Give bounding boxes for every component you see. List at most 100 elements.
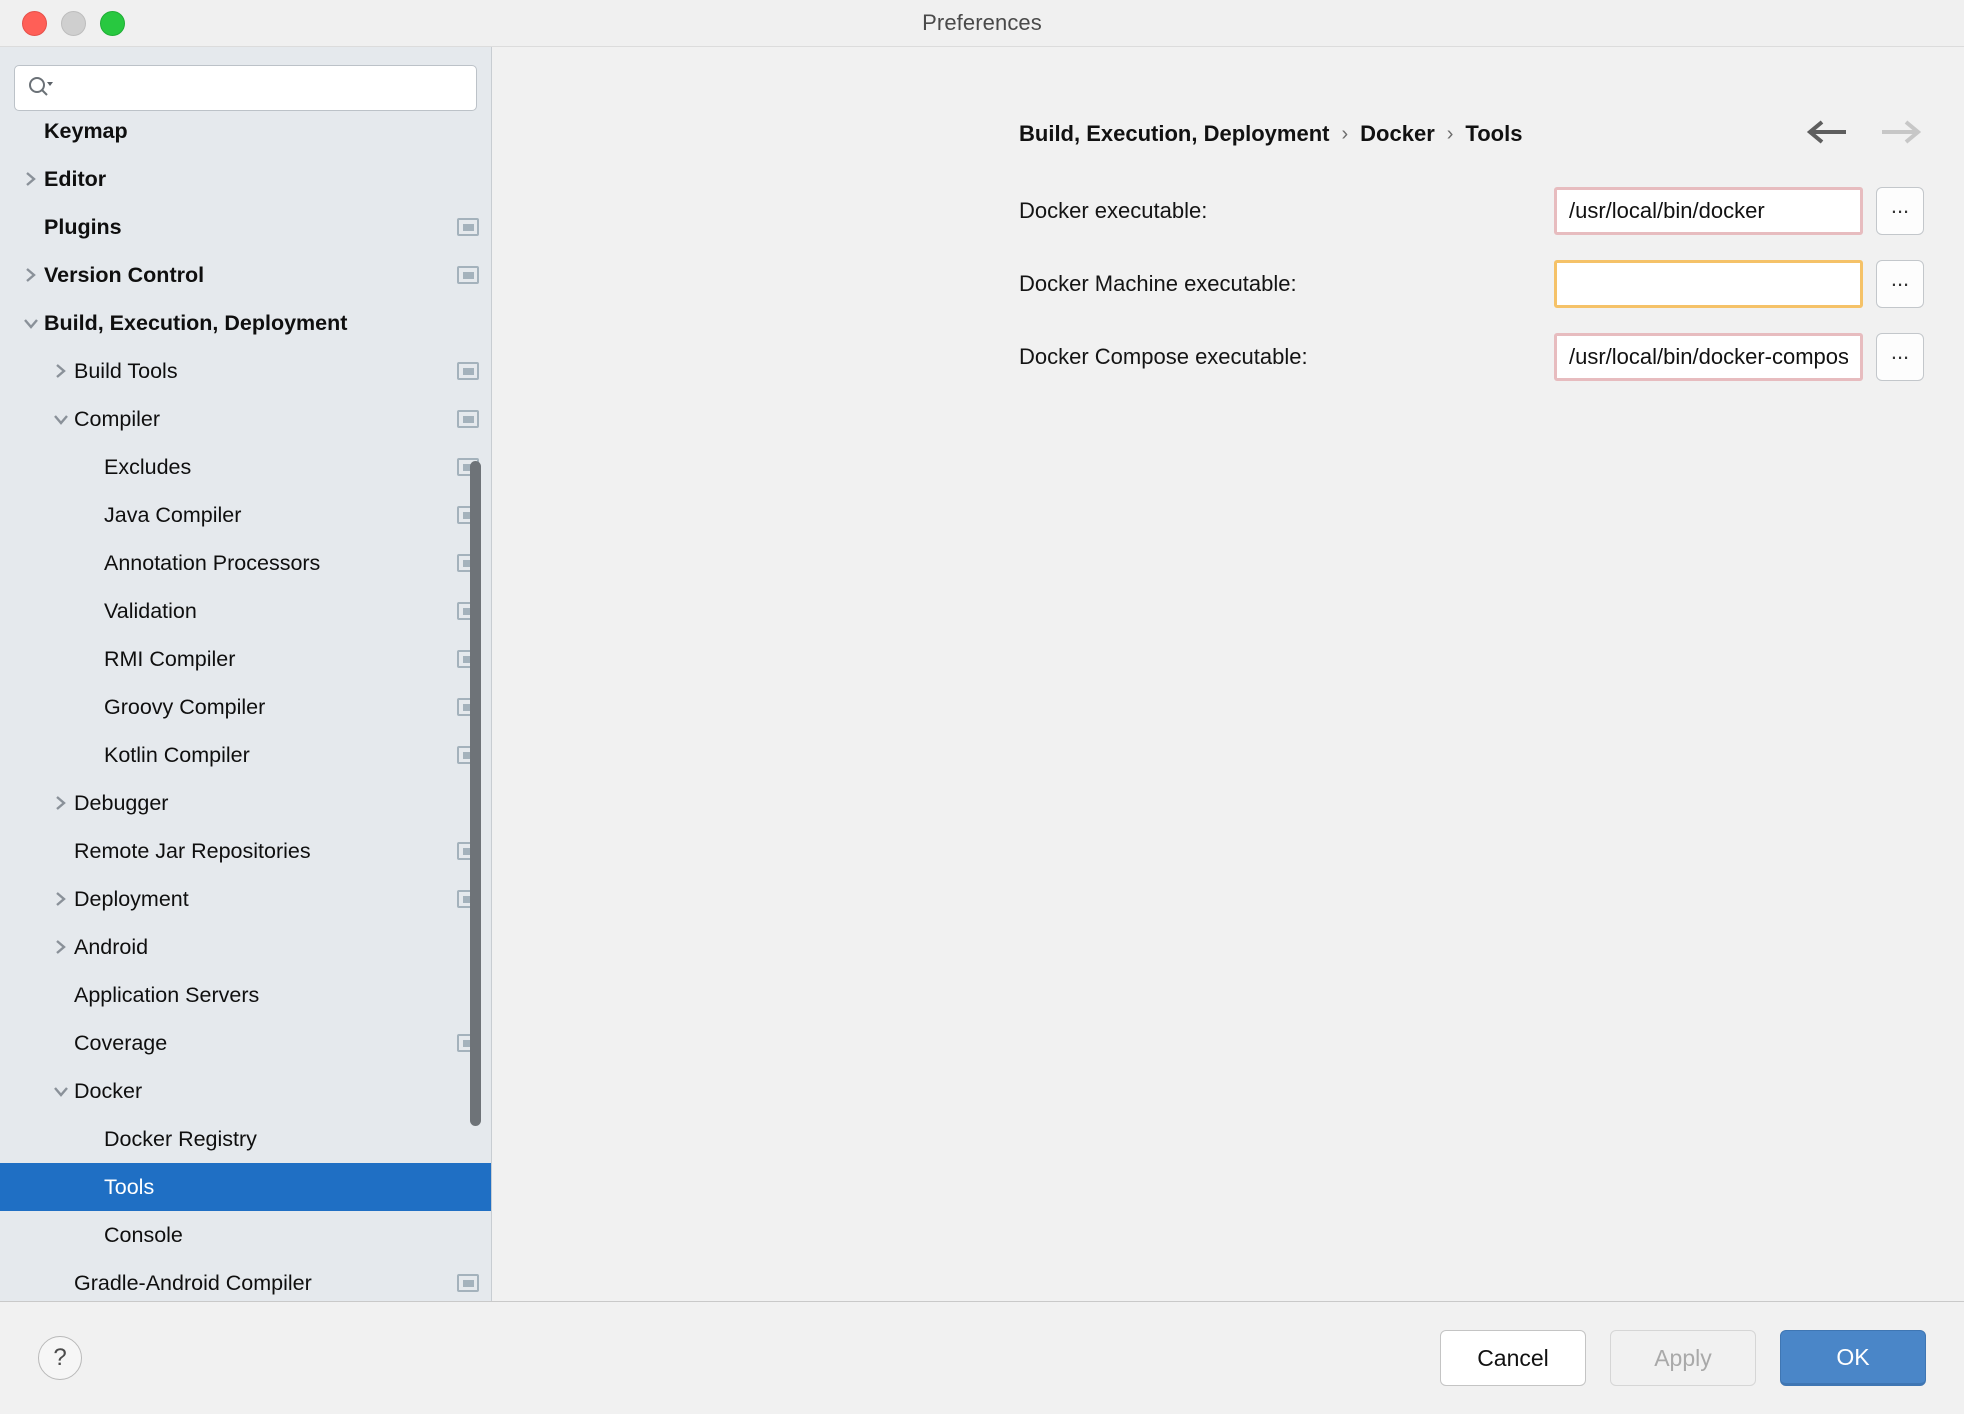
field-label-docker-machine-executable: Docker Machine executable: xyxy=(1019,271,1297,296)
sidebar-item-excludes[interactable]: Excludes xyxy=(0,443,491,491)
sidebar-item-gradle-android-compiler[interactable]: Gradle-Android Compiler xyxy=(0,1259,491,1301)
chevron-right-icon[interactable] xyxy=(18,170,44,188)
sidebar-item-label: Android xyxy=(74,934,149,959)
sidebar-item-label: Groovy Compiler xyxy=(104,694,266,719)
breadcrumb-segment-2[interactable]: Docker xyxy=(1360,121,1435,147)
sidebar-item-label: Deployment xyxy=(74,886,189,911)
field-label-docker-executable: Docker executable: xyxy=(1019,198,1208,223)
sidebar-item-version-control[interactable]: Version Control xyxy=(0,251,491,299)
sidebar-item-label: Java Compiler xyxy=(104,502,242,527)
help-button[interactable]: ? xyxy=(38,1336,82,1380)
sidebar-item-groovy-compiler[interactable]: Groovy Compiler xyxy=(0,683,491,731)
field-wrapper-docker-compose-executable[interactable] xyxy=(1554,333,1863,381)
dialog-body: Keymap Editor Plugins Version Control Build,… xyxy=(0,47,1964,1301)
sidebar-item-label: Debugger xyxy=(74,790,169,815)
sidebar-item-build-tools[interactable]: Build Tools xyxy=(0,347,491,395)
field-wrapper-docker-machine-executable[interactable] xyxy=(1554,260,1863,308)
form-row-docker-machine-executable: Docker Machine executable:... xyxy=(1019,260,1924,308)
close-button[interactable] xyxy=(22,10,47,36)
sidebar-item-label: Plugins xyxy=(44,214,122,239)
sidebar-item-rmi-compiler[interactable]: RMI Compiler xyxy=(0,635,491,683)
settings-sync-badge-icon xyxy=(457,410,479,428)
browse-button-docker-compose-executable[interactable]: ... xyxy=(1876,333,1924,381)
chevron-right-icon[interactable] xyxy=(48,794,74,812)
settings-main-panel: Build, Execution, Deployment › Docker › Tool… xyxy=(492,47,1964,1301)
sidebar-item-application-servers[interactable]: Application Servers xyxy=(0,971,491,1019)
sidebar-item-label: Remote Jar Repositories xyxy=(74,838,311,863)
browse-button-docker-machine-executable[interactable]: ... xyxy=(1876,260,1924,308)
settings-sync-badge-icon xyxy=(457,362,479,380)
search-input[interactable] xyxy=(53,77,476,99)
chevron-right-icon[interactable] xyxy=(18,266,44,284)
chevron-right-icon[interactable] xyxy=(48,362,74,380)
breadcrumb-segment-1[interactable]: Build, Execution, Deployment xyxy=(1019,121,1329,147)
sidebar-item-kotlin-compiler[interactable]: Kotlin Compiler xyxy=(0,731,491,779)
sidebar-item-editor[interactable]: Editor xyxy=(0,155,491,203)
forward-arrow-icon xyxy=(1878,119,1922,150)
sidebar-item-label: Kotlin Compiler xyxy=(104,742,250,767)
sidebar-item-validation[interactable]: Validation xyxy=(0,587,491,635)
sidebar-scrollbar-thumb[interactable] xyxy=(470,461,481,1126)
sidebar-item-label: Gradle-Android Compiler xyxy=(74,1270,312,1295)
preferences-window: Preferences Keymap Editor Plugins Versio… xyxy=(0,0,1964,1414)
chevron-down-icon[interactable] xyxy=(48,1083,74,1099)
sidebar-item-label: Validation xyxy=(104,598,197,623)
settings-sync-badge-icon xyxy=(457,1274,479,1292)
docker-tools-form: Docker executable:...Docker Machine exec… xyxy=(1019,187,1924,406)
breadcrumb-separator: › xyxy=(1446,122,1454,145)
chevron-right-icon[interactable] xyxy=(48,938,74,956)
sidebar-item-docker-registry[interactable]: Docker Registry xyxy=(0,1115,491,1163)
chevron-down-icon[interactable] xyxy=(18,315,44,331)
sidebar-item-deployment[interactable]: Deployment xyxy=(0,875,491,923)
navigation-arrows xyxy=(1806,119,1922,150)
sidebar-item-compiler[interactable]: Compiler xyxy=(0,395,491,443)
sidebar-item-label: RMI Compiler xyxy=(104,646,236,671)
sidebar-item-label: Compiler xyxy=(74,406,161,431)
sidebar-item-tools[interactable]: Tools xyxy=(0,1163,491,1211)
browse-button-docker-executable[interactable]: ... xyxy=(1876,187,1924,235)
input-docker-compose-executable[interactable] xyxy=(1557,344,1860,370)
sidebar-item-build-execution-deployment[interactable]: Build, Execution, Deployment xyxy=(0,299,491,347)
settings-tree: Keymap Editor Plugins Version Control Build,… xyxy=(0,121,491,1301)
field-wrapper-docker-executable[interactable] xyxy=(1554,187,1863,235)
search-area xyxy=(0,47,491,121)
settings-sidebar: Keymap Editor Plugins Version Control Build,… xyxy=(0,47,492,1301)
sidebar-item-debugger[interactable]: Debugger xyxy=(0,779,491,827)
sidebar-item-label: Docker xyxy=(74,1078,143,1103)
breadcrumb-separator: › xyxy=(1341,122,1349,145)
sidebar-item-docker[interactable]: Docker xyxy=(0,1067,491,1115)
sidebar-item-label: Editor xyxy=(44,166,107,191)
chevron-right-icon[interactable] xyxy=(48,890,74,908)
settings-sync-badge-icon xyxy=(457,266,479,284)
sidebar-item-annotation-processors[interactable]: Annotation Processors xyxy=(0,539,491,587)
sidebar-item-console[interactable]: Console xyxy=(0,1211,491,1259)
window-controls xyxy=(0,10,125,36)
settings-tree-rows: Keymap Editor Plugins Version Control Build,… xyxy=(0,121,491,1301)
sidebar-item-keymap[interactable]: Keymap xyxy=(0,121,491,155)
input-docker-machine-executable[interactable] xyxy=(1557,271,1860,297)
sidebar-item-plugins[interactable]: Plugins xyxy=(0,203,491,251)
sidebar-item-remote-jar-repositories[interactable]: Remote Jar Repositories xyxy=(0,827,491,875)
sidebar-item-java-compiler[interactable]: Java Compiler xyxy=(0,491,491,539)
cancel-button[interactable]: Cancel xyxy=(1440,1330,1586,1386)
ok-button[interactable]: OK xyxy=(1780,1330,1926,1386)
search-box[interactable] xyxy=(14,65,477,111)
back-arrow-icon[interactable] xyxy=(1806,119,1850,150)
sidebar-item-label: Application Servers xyxy=(74,982,260,1007)
chevron-down-icon[interactable] xyxy=(48,411,74,427)
breadcrumb-segment-3: Tools xyxy=(1465,121,1523,146)
sidebar-item-label: Version Control xyxy=(44,262,205,287)
minimize-button[interactable] xyxy=(61,10,86,36)
sidebar-item-coverage[interactable]: Coverage xyxy=(0,1019,491,1067)
settings-sync-badge-icon xyxy=(457,218,479,236)
sidebar-item-label: Keymap xyxy=(44,121,128,143)
sidebar-item-label: Build Tools xyxy=(74,358,178,383)
sidebar-item-label: Excludes xyxy=(104,454,192,479)
zoom-button[interactable] xyxy=(100,10,125,36)
input-docker-executable[interactable] xyxy=(1557,198,1860,224)
sidebar-item-label: Console xyxy=(104,1222,183,1247)
title-bar: Preferences xyxy=(0,0,1964,47)
sidebar-item-label: Annotation Processors xyxy=(104,550,321,575)
sidebar-item-android[interactable]: Android xyxy=(0,923,491,971)
sidebar-item-label: Tools xyxy=(104,1174,155,1199)
